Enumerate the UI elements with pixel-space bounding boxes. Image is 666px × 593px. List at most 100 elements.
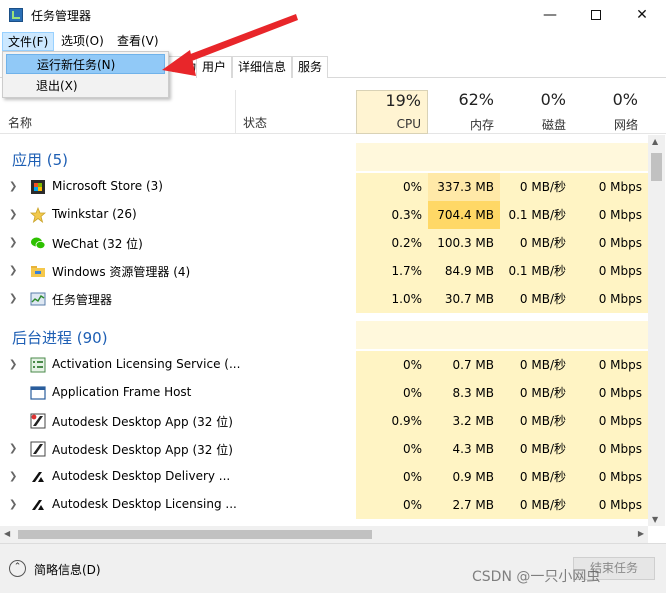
cell-empty xyxy=(428,321,500,349)
disk-cell: 0.1 MB/秒 xyxy=(500,257,572,285)
network-cell: 0 Mbps xyxy=(572,407,648,435)
table-row[interactable]: ❯ Twinkstar (26) 0.3% 704.4 MB 0.1 MB/秒 … xyxy=(0,201,648,229)
cpu-cell: 0% xyxy=(356,351,428,379)
vertical-scrollbar[interactable]: ▲ ▼ xyxy=(648,135,665,526)
cell-empty xyxy=(572,143,648,171)
table-row[interactable]: Application Frame Host 0% 8.3 MB 0 MB/秒 … xyxy=(0,379,648,407)
horizontal-scroll-thumb[interactable] xyxy=(18,530,372,539)
chevron-up-circle-icon[interactable]: ⌃ xyxy=(9,560,26,577)
cell-empty xyxy=(356,321,428,349)
disk-cell: 0 MB/秒 xyxy=(500,379,572,407)
cell-empty xyxy=(428,143,500,171)
column-disk[interactable]: 0% 磁盘 xyxy=(500,90,572,133)
network-cell: 0 Mbps xyxy=(572,173,648,201)
scroll-right-icon[interactable]: ▶ xyxy=(638,529,644,538)
table-row[interactable]: ❯ Autodesk Desktop App (32 位) 0% 4.3 MB … xyxy=(0,435,648,463)
table-row[interactable]: ❯ Windows 资源管理器 (4) 1.7% 84.9 MB 0.1 MB/… xyxy=(0,257,648,285)
process-name: Autodesk Desktop App (32 位) xyxy=(52,415,233,429)
autodesk-a-icon xyxy=(32,500,44,510)
network-cell: 0 Mbps xyxy=(572,379,648,407)
cpu-cell: 1.7% xyxy=(356,257,428,285)
memory-cell: 2.7 MB xyxy=(428,491,500,519)
scroll-down-icon[interactable]: ▼ xyxy=(652,515,658,524)
column-memory[interactable]: 62% 内存 xyxy=(428,90,500,133)
window-icon xyxy=(30,386,46,400)
column-divider[interactable] xyxy=(235,90,236,134)
expand-chevron-icon[interactable]: ❯ xyxy=(9,209,17,220)
memory-cell: 4.3 MB xyxy=(428,435,500,463)
wechat-icon xyxy=(31,237,46,249)
expand-chevron-icon[interactable]: ❯ xyxy=(9,471,17,482)
column-status[interactable]: 状态 xyxy=(243,114,267,131)
expand-chevron-icon[interactable]: ❯ xyxy=(9,499,17,510)
memory-cell: 3.2 MB xyxy=(428,407,500,435)
expand-chevron-icon[interactable]: ❯ xyxy=(9,237,17,248)
expand-chevron-icon[interactable]: ❯ xyxy=(9,181,17,192)
table-row[interactable]: Autodesk Desktop App (32 位) 0.9% 3.2 MB … xyxy=(0,407,648,435)
network-cell: 0 Mbps xyxy=(572,257,648,285)
process-name: Autodesk Desktop App (32 位) xyxy=(52,443,233,457)
group-title-apps: 应用 (5) xyxy=(12,151,69,169)
run-new-task-menu-item[interactable]: 运行新任务(N) xyxy=(6,54,165,74)
service-icon xyxy=(30,357,46,373)
expand-chevron-icon[interactable]: ❯ xyxy=(9,443,17,454)
disk-total: 0% xyxy=(540,90,566,109)
cpu-label: CPU xyxy=(396,117,421,131)
autodesk-icon xyxy=(30,413,46,429)
process-name: Autodesk Desktop Licensing ... xyxy=(52,497,237,511)
window-title: 任务管理器 xyxy=(31,9,92,23)
menu-options[interactable]: 选项(O) xyxy=(56,32,109,51)
expand-chevron-icon[interactable]: ❯ xyxy=(9,359,17,370)
memory-cell: 84.9 MB xyxy=(428,257,500,285)
cpu-cell: 0.9% xyxy=(356,407,428,435)
cpu-cell: 0% xyxy=(356,463,428,491)
table-row[interactable]: ❯ WeChat (32 位) 0.2% 100.3 MB 0 MB/秒 0 M… xyxy=(0,229,648,257)
vertical-scroll-thumb[interactable] xyxy=(651,153,662,181)
scroll-left-icon[interactable]: ◀ xyxy=(4,529,10,538)
fewer-details-link[interactable]: 简略信息(D) xyxy=(34,561,101,578)
memory-cell: 0.9 MB xyxy=(428,463,500,491)
process-name: Activation Licensing Service (... xyxy=(52,357,241,371)
process-name: Windows 资源管理器 (4) xyxy=(52,265,191,279)
memory-cell: 0.7 MB xyxy=(428,351,500,379)
memory-cell: 337.3 MB xyxy=(428,173,500,201)
menu-file[interactable]: 文件(F) xyxy=(2,32,55,51)
table-row[interactable]: ❯ Autodesk Desktop Delivery ... 0% 0.9 M… xyxy=(0,463,648,491)
network-total: 0% xyxy=(612,90,638,109)
column-network[interactable]: 0% 网络 xyxy=(572,90,644,133)
disk-cell: 0 MB/秒 xyxy=(500,435,572,463)
close-button[interactable]: ✕ xyxy=(619,0,665,30)
table-row[interactable]: ❯ Activation Licensing Service (... 0% 0… xyxy=(0,351,648,379)
cpu-total: 19% xyxy=(385,91,421,110)
cpu-cell: 0% xyxy=(356,173,428,201)
group-header-background: 后台进程 (90) xyxy=(0,321,648,349)
table-row[interactable]: ❯ Microsoft Store (3) 0% 337.3 MB 0 MB/秒… xyxy=(0,173,648,201)
expand-chevron-icon[interactable]: ❯ xyxy=(9,293,17,304)
group-title-background: 后台进程 (90) xyxy=(12,329,108,347)
maximize-button[interactable] xyxy=(573,0,619,30)
memory-cell: 100.3 MB xyxy=(428,229,500,257)
autodesk-a-icon xyxy=(32,472,44,482)
disk-cell: 0 MB/秒 xyxy=(500,173,572,201)
autodesk-icon xyxy=(30,441,46,457)
scroll-up-icon[interactable]: ▲ xyxy=(652,137,658,146)
disk-cell: 0.1 MB/秒 xyxy=(500,201,572,229)
cell-empty xyxy=(500,321,572,349)
network-label: 网络 xyxy=(613,118,638,132)
table-row[interactable]: ❯ Autodesk Desktop Licensing ... 0% 2.7 … xyxy=(0,491,648,519)
exit-menu-item[interactable]: 退出(X) xyxy=(6,76,165,96)
disk-label: 磁盘 xyxy=(541,118,566,132)
memory-cell: 704.4 MB xyxy=(428,201,500,229)
process-name: Twinkstar (26) xyxy=(52,207,137,221)
horizontal-scrollbar[interactable]: ◀ ▶ xyxy=(0,526,648,543)
store-icon xyxy=(31,180,45,194)
column-name[interactable]: 名称 xyxy=(8,114,32,131)
process-name: WeChat (32 位) xyxy=(52,237,143,251)
minimize-button[interactable]: — xyxy=(527,0,573,30)
folder-icon xyxy=(31,266,45,277)
table-row[interactable]: ❯ 任务管理器 1.0% 30.7 MB 0 MB/秒 0 Mbps xyxy=(0,285,648,313)
cpu-cell: 0.3% xyxy=(356,201,428,229)
memory-total: 62% xyxy=(458,90,494,109)
expand-chevron-icon[interactable]: ❯ xyxy=(9,265,17,276)
column-cpu[interactable]: 19% CPU xyxy=(356,90,428,134)
